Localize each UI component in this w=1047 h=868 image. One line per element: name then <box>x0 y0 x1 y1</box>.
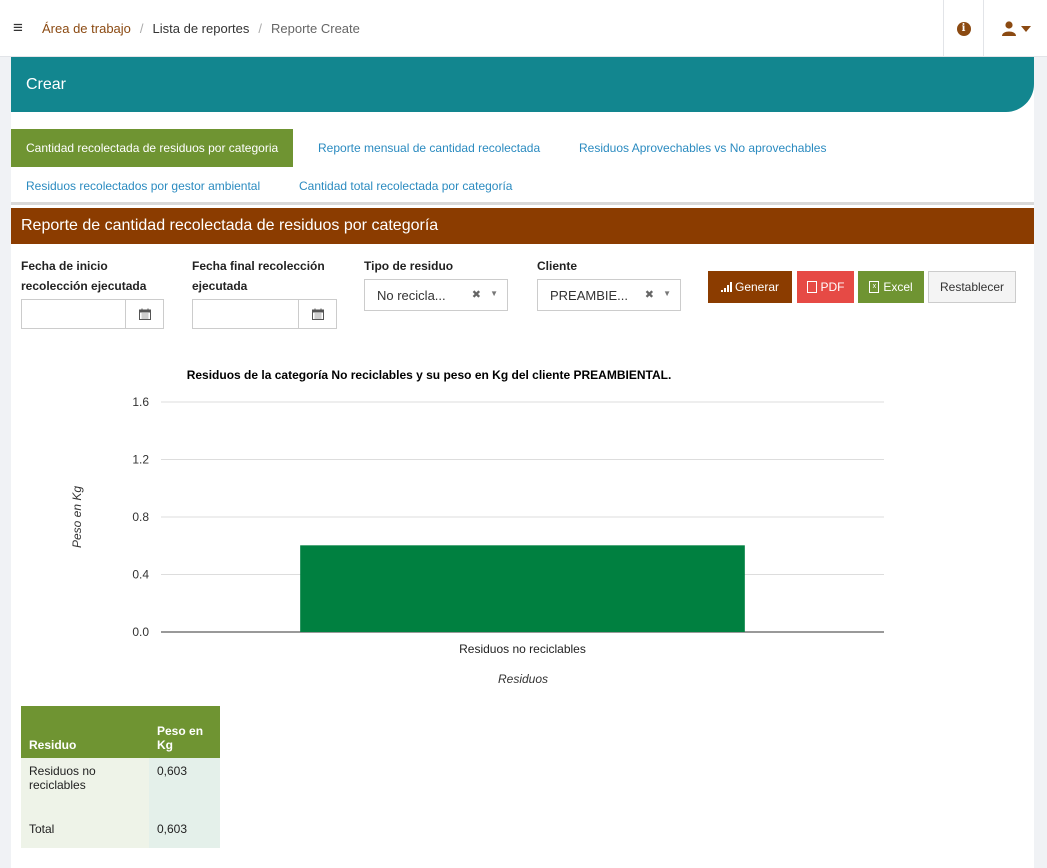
table-row: Residuos no reciclables 0,603 <box>21 758 220 816</box>
pdf-button[interactable]: PDF <box>797 271 854 303</box>
card-title: Crear <box>26 75 67 93</box>
tab-cantidad-recolectada-por-categoria[interactable]: Cantidad recolectada de residuos por cat… <box>11 129 294 167</box>
bar-chart: Residuos de la categoría No reciclables … <box>70 368 884 686</box>
main-card: Crear Cantidad recolectada de residuos p… <box>11 57 1034 868</box>
chart-x-ticks: Residuos no reciclables <box>459 642 586 656</box>
chart-x-axis-label: Residuos <box>498 672 548 686</box>
clear-icon[interactable]: ✖ <box>472 288 481 301</box>
table-cell-residuo: Residuos no reciclables <box>21 758 149 816</box>
user-menu-button[interactable] <box>983 0 1047 57</box>
cliente-select[interactable]: PREAMBIE... ✖ ▼ <box>537 279 681 311</box>
restablecer-button[interactable]: Restablecer <box>928 271 1016 303</box>
report-tabs: Cantidad recolectada de residuos por cat… <box>11 129 1034 205</box>
label-cliente: Cliente <box>537 259 578 273</box>
breadcrumb-area-de-trabajo[interactable]: Área de trabajo <box>42 21 131 36</box>
user-icon <box>1001 21 1016 36</box>
chart-x-tick-label: Residuos no reciclables <box>459 642 586 656</box>
section-title: Reporte de cantidad recolectada de resid… <box>11 208 1034 244</box>
table-cell-peso: 0,603 <box>149 758 220 816</box>
tipo-residuo-value: No recicla... <box>377 287 446 303</box>
info-icon: i <box>956 21 971 36</box>
chart-y-tick-label: 1.6 <box>132 395 149 409</box>
clear-icon[interactable]: ✖ <box>645 288 654 301</box>
breadcrumb-separator: / <box>139 20 144 36</box>
chart-y-axis-label: Peso en Kg <box>70 486 84 548</box>
tipo-residuo-select[interactable]: No recicla... ✖ ▼ <box>364 279 508 311</box>
generar-label: Generar <box>734 280 780 294</box>
chevron-down-icon: ▼ <box>490 289 498 298</box>
chart-bars <box>300 545 745 632</box>
breadcrumb-current: Reporte Create <box>271 20 360 36</box>
chart-y-tick-label: 0.0 <box>132 625 149 639</box>
cliente-value: PREAMBIE... <box>550 287 629 303</box>
table-cell-total-value: 0,603 <box>149 816 220 848</box>
header-peso: Peso en Kg <box>149 706 220 758</box>
label-fecha-inicio: Fecha de inicio recolección ejecutada <box>21 259 147 293</box>
table-cell-total-label: Total <box>21 816 149 848</box>
calendar-icon[interactable] <box>125 300 163 328</box>
chevron-down-icon: ▼ <box>663 289 671 298</box>
top-navbar: ≡ Área de trabajo / Lista de reportes / … <box>0 0 1047 57</box>
chart-y-tick-label: 0.4 <box>132 568 149 582</box>
excel-button[interactable]: x Excel <box>858 271 924 303</box>
calendar-icon[interactable] <box>298 300 336 328</box>
fecha-inicio-input[interactable] <box>21 299 164 329</box>
label-tipo-residuo: Tipo de residuo <box>364 259 454 273</box>
breadcrumb-lista-de-reportes[interactable]: Lista de reportes <box>153 21 250 36</box>
table-header-row: Residuo Peso en Kg <box>21 706 220 758</box>
breadcrumb-separator: / <box>258 20 262 36</box>
chart-bar <box>300 545 745 632</box>
file-pdf-icon <box>806 281 817 293</box>
excel-label: Excel <box>883 280 913 294</box>
chart-y-tick-label: 1.2 <box>132 453 149 467</box>
info-button[interactable]: i <box>943 0 983 57</box>
chart-y-tick-label: 0.8 <box>132 510 149 524</box>
tab-aprovechables-vs-no-aprovechables[interactable]: Residuos Aprovechables vs No aprovechabl… <box>564 129 841 167</box>
restablecer-label: Restablecer <box>939 280 1005 294</box>
caret-down-icon <box>1020 25 1031 32</box>
tab-reporte-mensual[interactable]: Reporte mensual de cantidad recolectada <box>303 129 555 167</box>
signal-bars-icon <box>720 282 732 292</box>
tab-residuos-por-gestor[interactable]: Residuos recolectados por gestor ambient… <box>11 167 275 205</box>
card-header: Crear <box>11 57 1034 112</box>
table-row-total: Total 0,603 <box>21 816 220 848</box>
pdf-label: PDF <box>820 280 845 294</box>
chart-y-ticks: 0.0 0.4 0.8 1.2 1.6 <box>132 395 149 639</box>
header-residuo: Residuo <box>21 706 149 758</box>
breadcrumb: Área de trabajo / Lista de reportes / Re… <box>36 21 360 36</box>
hamburger-menu-icon[interactable]: ≡ <box>0 0 36 57</box>
tab-cantidad-total-por-categoria[interactable]: Cantidad total recolectada por categoría <box>284 167 527 205</box>
generar-button[interactable]: Generar <box>708 271 792 303</box>
file-excel-icon: x <box>869 281 880 293</box>
summary-table: Residuo Peso en Kg Residuos no reciclabl… <box>21 706 220 848</box>
fecha-final-input[interactable] <box>192 299 337 329</box>
section-title-text: Reporte de cantidad recolectada de resid… <box>21 217 439 234</box>
label-fecha-final: Fecha final recolección ejecutada <box>192 259 325 293</box>
chart-title: Residuos de la categoría No reciclables … <box>187 368 672 382</box>
